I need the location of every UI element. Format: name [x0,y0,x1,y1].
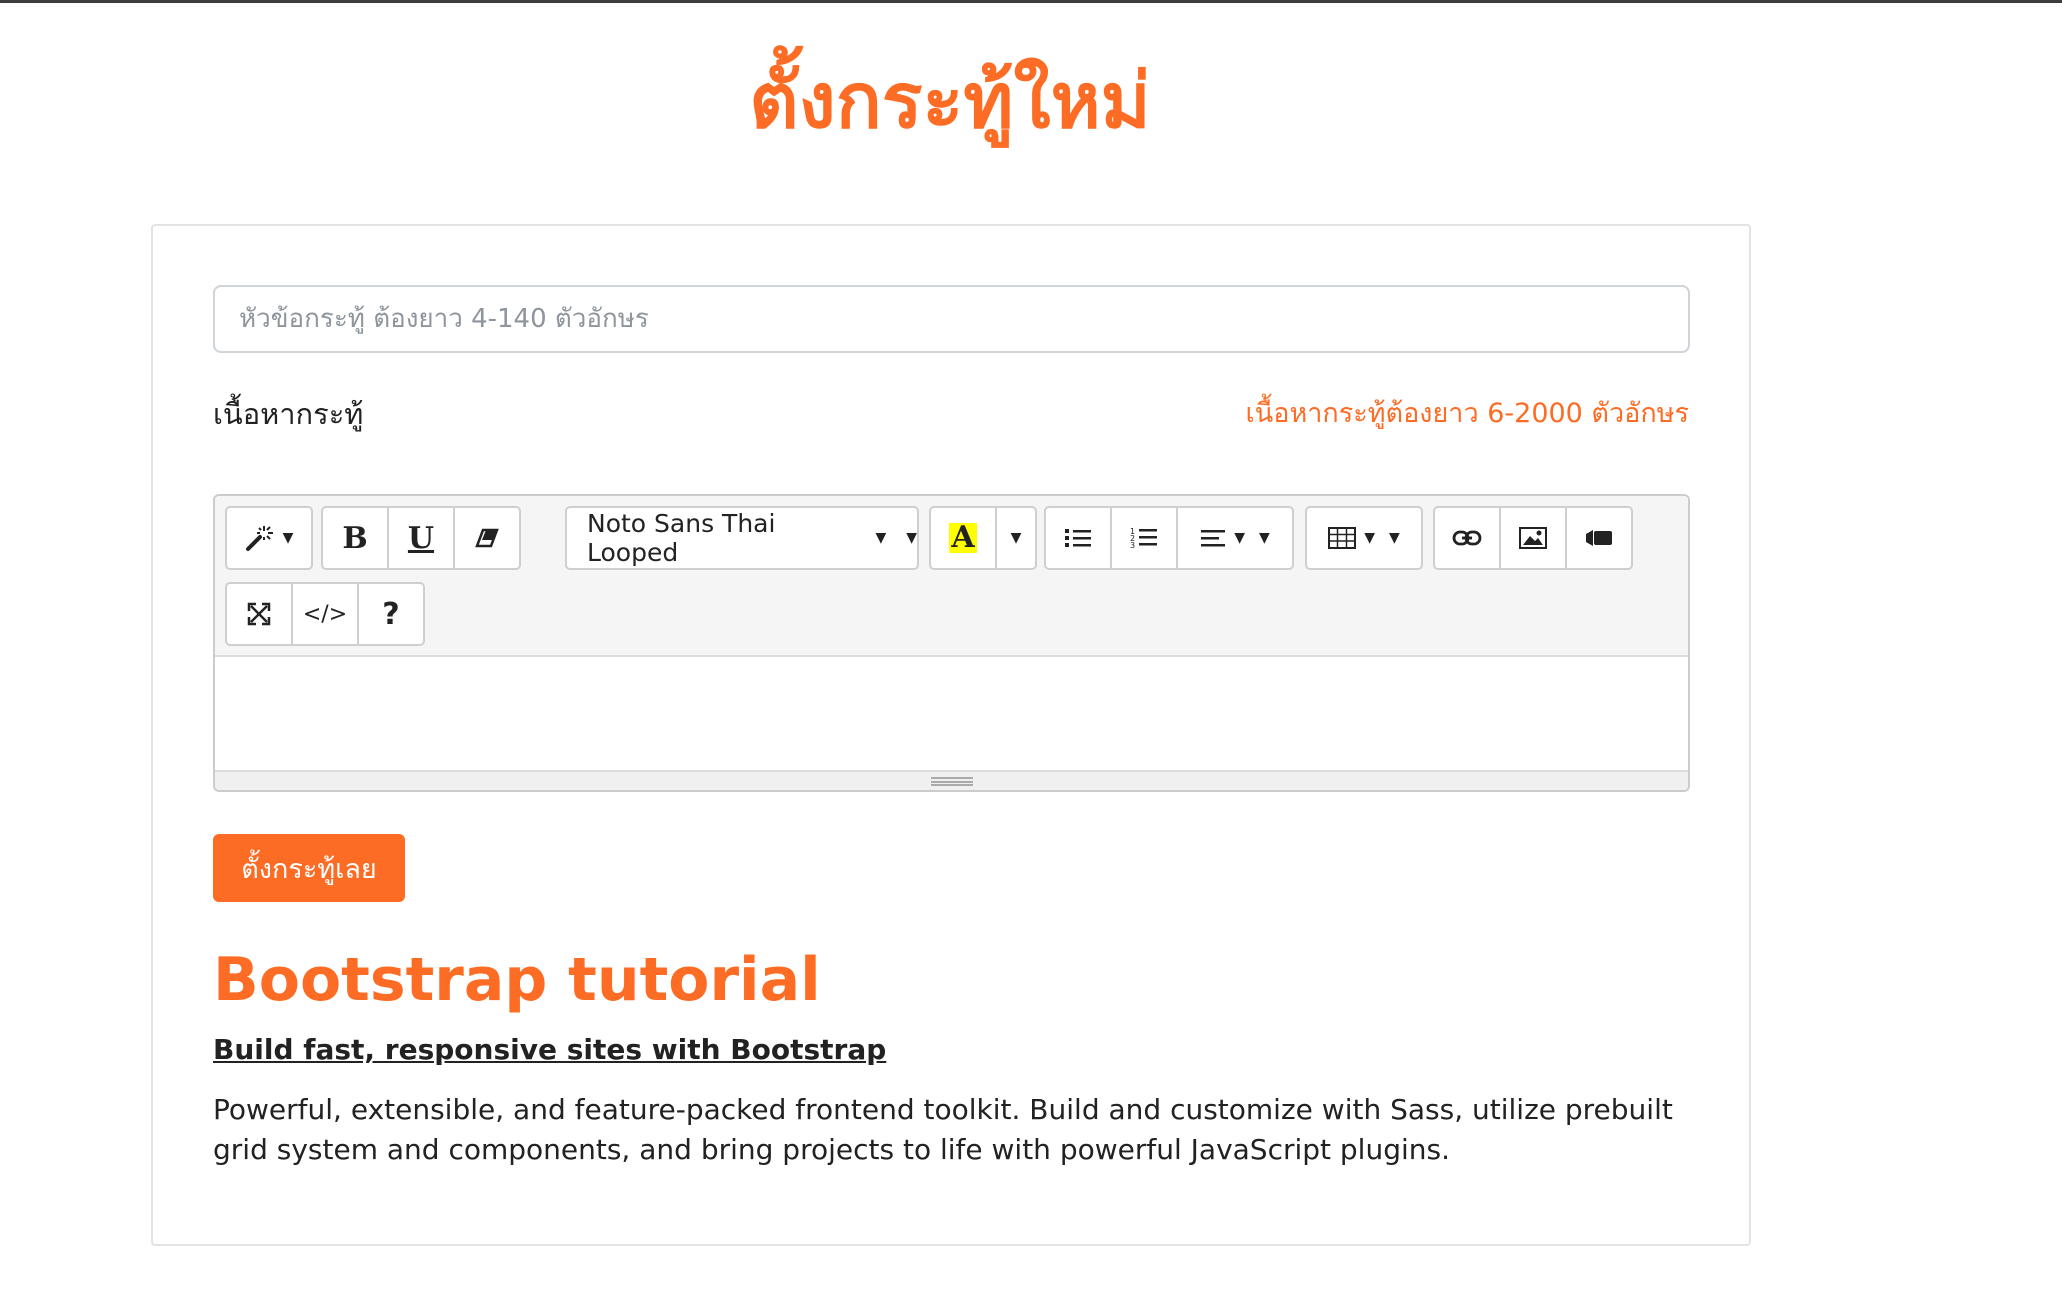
content-heading: Bootstrap tutorial [213,945,821,1015]
font-family-dropdown[interactable]: Noto Sans Thai Looped ▼ ▼ [565,506,919,570]
topic-title-input[interactable] [213,285,1690,353]
insert-video-button[interactable] [1565,506,1633,570]
content-length-hint: เนื้อหากระทู้ต้องยาว 6-2000 ตัวอักษร [1245,398,1689,429]
chevron-down-icon: ▼ [906,530,917,546]
svg-text:3: 3 [1130,541,1135,550]
underline-button[interactable]: U [387,506,455,570]
editor-toolbar: ▼ B U Noto Sans Thai Looped ▼ ▼ A ▼ 1 2 … [215,496,1688,657]
color-dropdown-button[interactable]: ▼ [995,506,1037,570]
chevron-down-icon: ▼ [282,530,294,546]
fullscreen-button[interactable] [225,582,293,646]
content-subheading[interactable]: Build fast, responsive sites with Bootst… [213,1032,886,1068]
unordered-list-icon [1064,527,1092,549]
unordered-list-button[interactable] [1044,506,1112,570]
content-label: เนื้อหากระทู้ [213,397,364,431]
insert-picture-button[interactable] [1499,506,1567,570]
table-dropdown-button[interactable]: ▼ ▼ [1305,506,1423,570]
page-title: ตั้งกระทู้ใหม่ [749,56,1151,145]
table-icon [1328,527,1357,549]
submit-topic-button[interactable]: ตั้งกระทู้เลย [213,834,405,902]
content-description: Powerful, extensible, and feature-packed… [213,1093,1673,1166]
clear-format-button[interactable] [453,506,521,570]
chevron-down-icon: ▼ [1389,530,1400,546]
editor-content-area[interactable] [215,657,1688,772]
font-family-group: Noto Sans Thai Looped ▼ ▼ [565,506,919,570]
insert-group [1433,506,1633,570]
chevron-down-icon: ▼ [1259,530,1270,546]
table-group: ▼ ▼ [1305,506,1423,570]
style-group: ▼ [225,506,313,570]
bold-button[interactable]: B [321,506,389,570]
picture-icon [1519,527,1547,549]
help-icon: ? [382,596,400,632]
ordered-list-button[interactable]: 1 2 3 [1110,506,1178,570]
chevron-down-icon: ▼ [1010,530,1022,546]
underline-icon: U [407,520,435,556]
font-family-label: Noto Sans Thai Looped [587,509,776,567]
magic-icon [245,524,275,552]
rich-text-editor: ▼ B U Noto Sans Thai Looped ▼ ▼ A ▼ 1 2 … [213,494,1690,792]
fullscreen-icon [247,602,271,626]
ordered-list-icon: 1 2 3 [1130,526,1158,550]
color-group: A ▼ [929,506,1037,570]
new-topic-card: เนื้อหากระทู้ เนื้อหากระทู้ต้องยาว 6-200… [151,224,1751,1246]
insert-link-button[interactable] [1433,506,1501,570]
video-icon [1585,529,1613,547]
bold-icon: B [342,520,368,556]
link-icon [1452,529,1482,547]
view-group: </> ? [225,582,425,646]
editor-resize-bar[interactable] [215,770,1688,790]
paragraph-group: 1 2 3 ▼ ▼ [1044,506,1294,570]
font-style-group: B U [321,506,521,570]
align-icon [1200,528,1226,548]
eraser-icon [475,528,499,548]
code-view-button[interactable]: </> [291,582,359,646]
style-dropdown-button[interactable]: ▼ [225,506,313,570]
small-caret-icon: ▼ [1234,530,1245,546]
small-caret-icon: ▼ [1364,530,1375,546]
code-view-icon: </> [302,601,348,627]
top-border [0,0,2062,3]
resize-grip-icon[interactable] [930,776,973,786]
text-color-icon: A [949,520,977,555]
small-caret-icon: ▼ [875,530,887,546]
help-button[interactable]: ? [357,582,425,646]
text-color-button[interactable]: A [929,506,997,570]
paragraph-align-dropdown[interactable]: ▼ ▼ [1176,506,1294,570]
